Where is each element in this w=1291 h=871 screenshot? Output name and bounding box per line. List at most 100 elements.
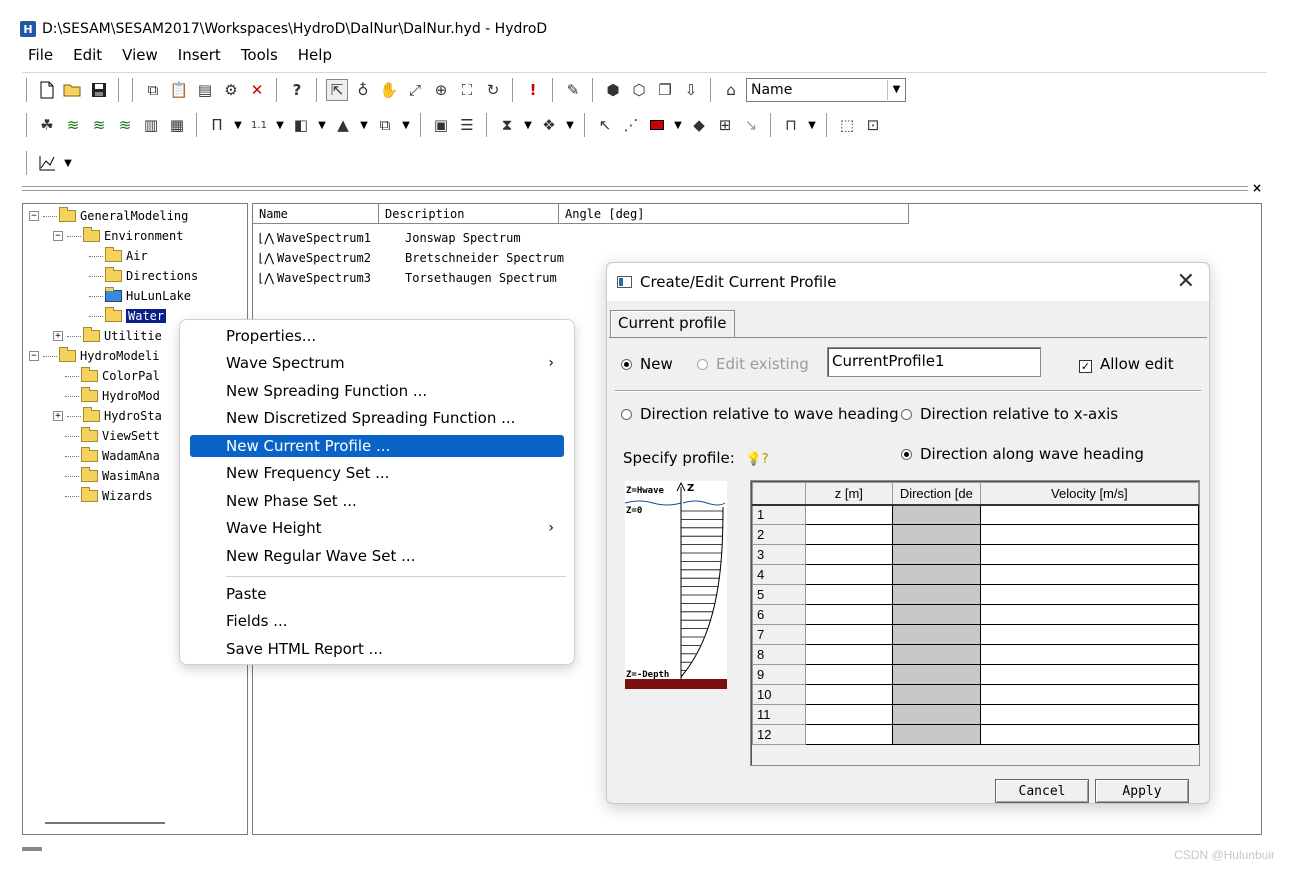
list-item[interactable]: ⌊⋀ WaveSpectrum3 Torsethaugen Spectrum bbox=[257, 268, 557, 288]
menu-edit[interactable]: Edit bbox=[63, 44, 112, 68]
tree-node[interactable]: Wizards bbox=[65, 486, 153, 506]
table-row[interactable]: 7 bbox=[752, 624, 1200, 645]
chevron-down-icon[interactable]: ▼ bbox=[232, 120, 244, 131]
radio-direction-along-wave[interactable]: Direction along wave heading bbox=[901, 445, 1144, 463]
pick-icon[interactable]: ↘ bbox=[740, 114, 762, 136]
menu-file[interactable]: File bbox=[16, 44, 63, 68]
apply-button[interactable]: Apply bbox=[1095, 779, 1189, 803]
menu-help[interactable]: Help bbox=[288, 44, 342, 68]
exclamation-icon[interactable]: ! bbox=[522, 79, 544, 101]
tree-node[interactable]: + HydroSta bbox=[53, 406, 162, 426]
profile-grid[interactable]: z [m] Direction [de Velocity [m/s] 12345… bbox=[750, 480, 1200, 766]
z-cell[interactable] bbox=[804, 724, 894, 745]
chevron-down-icon[interactable]: ▼ bbox=[887, 79, 905, 100]
save-icon[interactable] bbox=[88, 79, 110, 101]
menu-item-save-html-report[interactable]: Save HTML Report ... bbox=[190, 638, 564, 660]
profile-table[interactable]: z [m] Direction [de Velocity [m/s] 12345… bbox=[752, 482, 1200, 745]
dimension-icon[interactable]: ⊓ bbox=[780, 114, 802, 136]
velocity-cell[interactable] bbox=[979, 604, 1200, 625]
menu-item-new-regular-wave-set[interactable]: New Regular Wave Set ... bbox=[190, 545, 564, 567]
table-row[interactable]: 11 bbox=[752, 704, 1200, 725]
collapse-icon[interactable]: − bbox=[53, 231, 63, 241]
table-row[interactable]: 1 bbox=[752, 504, 1200, 525]
velocity-cell[interactable] bbox=[979, 504, 1200, 525]
table-row[interactable]: 3 bbox=[752, 544, 1200, 565]
row-header[interactable]: 7 bbox=[752, 624, 806, 645]
table-row[interactable]: 9 bbox=[752, 664, 1200, 685]
brush-icon[interactable]: ✎ bbox=[562, 79, 584, 101]
velocity-cell[interactable] bbox=[979, 704, 1200, 725]
menu-item-wave-spectrum[interactable]: Wave Spectrum › bbox=[190, 352, 564, 374]
close-pane-icon[interactable]: × bbox=[1252, 181, 1262, 195]
numbering-icon[interactable]: 1.1 bbox=[248, 114, 270, 136]
table-row[interactable]: 6 bbox=[752, 604, 1200, 625]
velocity-cell[interactable] bbox=[979, 624, 1200, 645]
view-cube-icon[interactable]: ◧ bbox=[290, 114, 312, 136]
chevron-down-icon[interactable]: ▼ bbox=[358, 120, 370, 131]
row-header[interactable]: 10 bbox=[752, 684, 806, 705]
collapse-icon[interactable]: − bbox=[29, 211, 39, 221]
model-import-icon[interactable]: ⇩ bbox=[680, 79, 702, 101]
menu-item-new-phase-set[interactable]: New Phase Set ... bbox=[190, 490, 564, 512]
table-row[interactable]: 8 bbox=[752, 644, 1200, 665]
z-cell[interactable] bbox=[804, 644, 894, 665]
menu-view[interactable]: View bbox=[112, 44, 168, 68]
radio-direction-relative-wave[interactable]: Direction relative to wave heading bbox=[621, 405, 899, 423]
row-header[interactable]: 8 bbox=[752, 644, 806, 665]
wave-model2-icon[interactable]: ≋ bbox=[88, 114, 110, 136]
tree-node-water[interactable]: Water bbox=[89, 306, 167, 326]
radio-button[interactable] bbox=[621, 359, 632, 370]
tool-icon[interactable]: ⚙ bbox=[220, 79, 242, 101]
graph-icon[interactable] bbox=[36, 152, 58, 174]
tree-scrollbar[interactable] bbox=[45, 822, 165, 824]
z-cell[interactable] bbox=[804, 544, 894, 565]
radio-button[interactable] bbox=[621, 409, 632, 420]
z-cell[interactable] bbox=[804, 684, 894, 705]
zoom-dynamic-icon[interactable]: ⤢ bbox=[404, 79, 426, 101]
table-row[interactable]: 12 bbox=[752, 724, 1200, 745]
row-header[interactable]: 2 bbox=[752, 524, 806, 545]
rotate-view-icon[interactable]: ♁ bbox=[352, 79, 374, 101]
select-group-icon[interactable]: ⊡ bbox=[862, 114, 884, 136]
chevron-down-icon[interactable]: ▼ bbox=[806, 120, 818, 131]
row-header[interactable]: 5 bbox=[752, 584, 806, 605]
table-row[interactable]: 2 bbox=[752, 524, 1200, 545]
row-header[interactable]: 3 bbox=[752, 544, 806, 565]
wave-model-icon[interactable]: ≋ bbox=[62, 114, 84, 136]
chevron-down-icon[interactable]: ▼ bbox=[400, 120, 412, 131]
z-cell[interactable] bbox=[804, 704, 894, 725]
mesh-icon[interactable]: ⊞ bbox=[714, 114, 736, 136]
model-add-icon[interactable]: ⬡ bbox=[628, 79, 650, 101]
refresh-icon[interactable]: ↻ bbox=[482, 79, 504, 101]
z-cell[interactable] bbox=[804, 584, 894, 605]
list-item[interactable]: ⌊⋀ WaveSpectrum2 Bretschneider Spectrum bbox=[257, 248, 564, 268]
render-icon[interactable]: ◆ bbox=[688, 114, 710, 136]
tree-node[interactable]: − GeneralModeling bbox=[29, 206, 188, 226]
hourglass-icon[interactable]: ⧗ bbox=[496, 114, 518, 136]
book-icon[interactable]: ❖ bbox=[538, 114, 560, 136]
wave-model3-icon[interactable]: ≋ bbox=[114, 114, 136, 136]
close-icon[interactable]: ✕ bbox=[1177, 269, 1195, 294]
tree-node[interactable]: Directions bbox=[89, 266, 198, 286]
paste-special-icon[interactable]: ▤ bbox=[194, 79, 216, 101]
model-icon[interactable]: ⬢ bbox=[602, 79, 624, 101]
tree-node[interactable]: WasimAna bbox=[65, 466, 160, 486]
tree-node[interactable]: + Utilitie bbox=[53, 326, 162, 346]
z-cell[interactable] bbox=[804, 564, 894, 585]
table-row[interactable]: 10 bbox=[752, 684, 1200, 705]
column-header-description[interactable]: Description bbox=[379, 204, 559, 224]
menu-item-wave-height[interactable]: Wave Height › bbox=[190, 517, 564, 539]
menu-item-fields[interactable]: Fields ... bbox=[190, 610, 564, 632]
tree-node[interactable]: − HydroModeli bbox=[29, 346, 159, 366]
chevron-down-icon[interactable]: ▼ bbox=[274, 120, 286, 131]
lightbulb-help-icon[interactable]: 💡? bbox=[746, 452, 769, 467]
radio-button[interactable] bbox=[901, 409, 912, 420]
pane-splitter[interactable]: × bbox=[22, 181, 1262, 196]
pointer-icon[interactable]: ↖ bbox=[594, 114, 616, 136]
new-file-icon[interactable] bbox=[36, 79, 58, 101]
z-cell[interactable] bbox=[804, 604, 894, 625]
menu-item-new-spreading-function[interactable]: New Spreading Function ... bbox=[190, 380, 564, 402]
zoom-fit-icon[interactable]: ⛶ bbox=[456, 79, 478, 101]
velocity-cell[interactable] bbox=[979, 584, 1200, 605]
tree-node[interactable]: WadamAna bbox=[65, 446, 160, 466]
